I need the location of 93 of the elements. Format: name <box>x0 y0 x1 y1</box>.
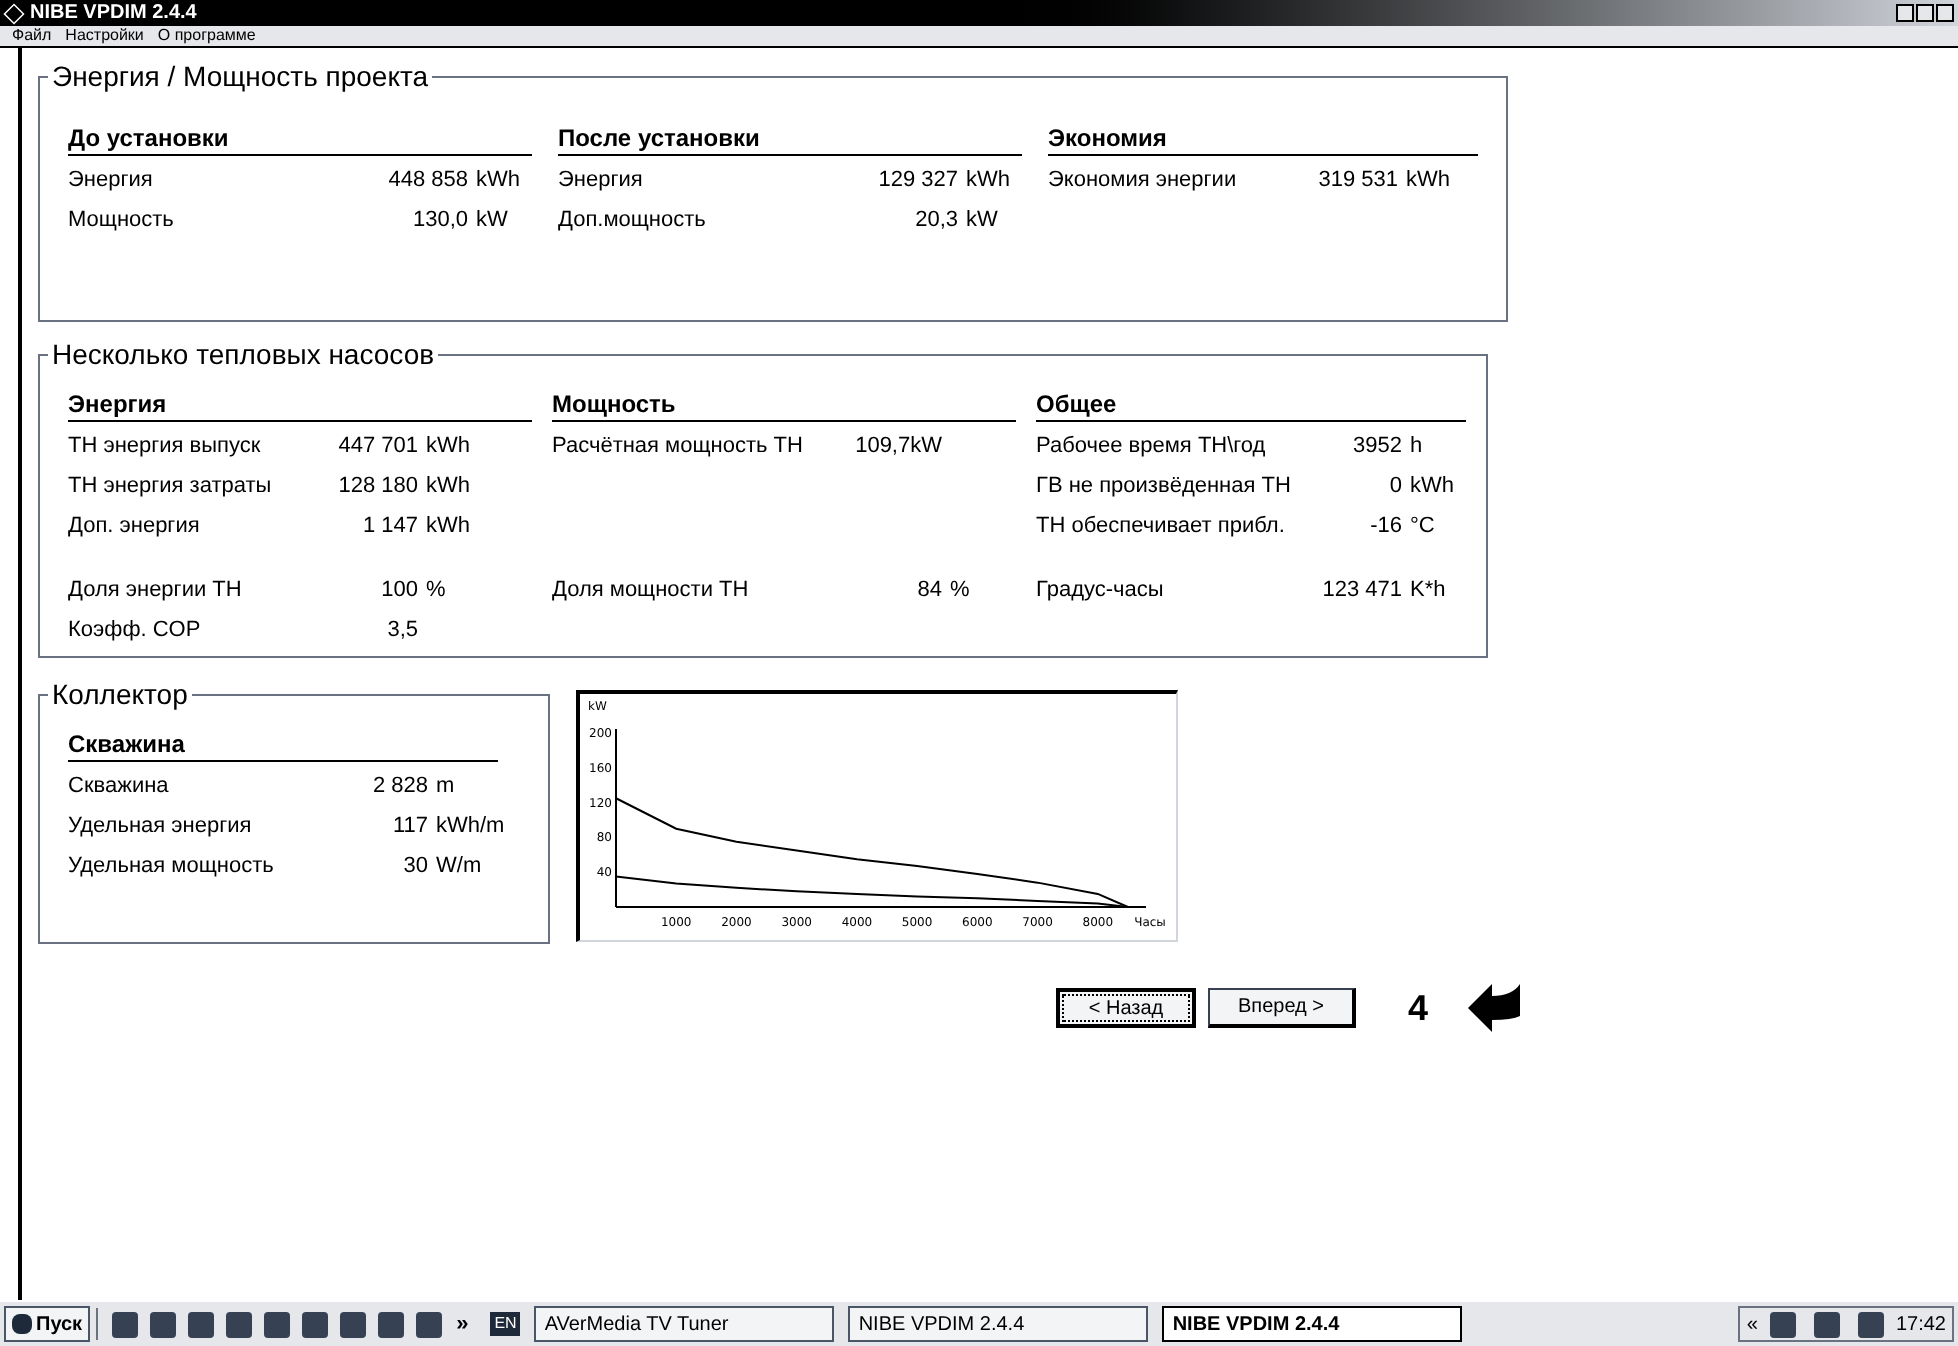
column-heading: Общее <box>1036 388 1466 422</box>
unit-label: °C <box>1410 511 1435 542</box>
menu-item[interactable]: Файл <box>12 26 52 46</box>
quick-launch-icon[interactable] <box>340 1311 367 1337</box>
language-indicator[interactable]: EN <box>490 1312 521 1336</box>
unit-label: % <box>426 575 446 606</box>
field-label: Коэфф. COP <box>68 615 203 646</box>
field-value: 84 <box>915 575 942 606</box>
unit-label: kWh/m <box>436 811 505 842</box>
field-value: 1 147 <box>360 511 418 542</box>
field-label: Доля мощности ТН <box>552 575 751 606</box>
unit-label: kWh <box>426 431 470 462</box>
field-value: 117 <box>390 811 428 842</box>
taskbar-button[interactable]: NIBE VPDIM 2.4.4 <box>848 1306 1149 1342</box>
field-label: ГВ не произвёденная ТН <box>1036 471 1293 502</box>
field-value: 3,5 <box>385 615 418 646</box>
field-label: Доп.мощность <box>558 205 708 236</box>
unit-label: kWh <box>426 471 470 502</box>
tray-icon[interactable] <box>1813 1311 1840 1337</box>
quick-launch-icon[interactable] <box>150 1311 177 1337</box>
quick-launch-icon[interactable] <box>378 1311 405 1337</box>
field-label: ТН энергия выпуск <box>68 431 263 462</box>
field-label: Расчётная мощность ТН <box>552 431 805 462</box>
column-heading: Скважина <box>68 728 498 762</box>
field-label: Удельная энергия <box>68 811 254 842</box>
quick-launch-icon[interactable] <box>112 1311 139 1337</box>
column-heading: До установки <box>68 122 532 156</box>
taskbar-button[interactable]: AVerMedia TV Tuner <box>534 1306 835 1342</box>
unit-label: % <box>950 575 970 606</box>
unit-label: h <box>1410 431 1423 462</box>
column-heading: Экономия <box>1048 122 1478 156</box>
more-button[interactable]: » <box>456 1307 469 1341</box>
unit-label: kWh <box>966 165 1010 196</box>
quick-launch-icon[interactable] <box>264 1311 291 1337</box>
unit-label: kWh <box>426 511 470 542</box>
field-value: 319 531 <box>1316 165 1398 196</box>
field-label: Удельная мощность <box>68 851 276 882</box>
unit-label: kWh <box>1410 471 1454 502</box>
field-value: 30 <box>401 851 428 882</box>
tray-icon[interactable] <box>1857 1311 1884 1337</box>
field-value: 447 701 <box>336 431 418 462</box>
window-title: NIBE VPDIM 2.4.4 <box>30 1 197 25</box>
field-label: ТН энергия затраты <box>68 471 274 502</box>
tray-icon[interactable] <box>1769 1311 1796 1337</box>
back-button[interactable]: < Назад <box>1056 988 1196 1028</box>
field-label: Доп. энергия <box>68 511 202 542</box>
minimize-button[interactable] <box>1896 4 1914 22</box>
unit-label: m <box>436 771 455 802</box>
maximize-button[interactable] <box>1916 4 1934 22</box>
menu-item[interactable]: Настройки <box>65 26 144 46</box>
arrow-icon <box>1464 980 1525 1036</box>
unit-label: kWh <box>1406 165 1450 196</box>
field-value: 109,7kW <box>853 431 942 462</box>
field-value: 130,0 <box>410 205 468 236</box>
next-button[interactable]: Вперед > <box>1208 988 1356 1028</box>
step-number: 4 <box>1408 985 1429 1031</box>
quick-launch-icon[interactable] <box>226 1311 253 1337</box>
unit-label: kWh <box>476 165 520 196</box>
column-heading: Энергия <box>68 388 532 422</box>
field-label: Рабочее время ТН\год <box>1036 431 1268 462</box>
field-label: Экономия энергии <box>1048 165 1239 196</box>
close-button[interactable] <box>1936 4 1954 22</box>
column-heading: После установки <box>558 122 1022 156</box>
clock: 17:42 <box>1895 1311 1946 1339</box>
field-label: Энергия <box>68 165 155 196</box>
field-value: 129 327 <box>876 165 958 196</box>
quick-launch-icon[interactable] <box>188 1311 215 1337</box>
field-label: Энергия <box>558 165 645 196</box>
taskbar-button[interactable]: NIBE VPDIM 2.4.4 <box>1162 1306 1463 1342</box>
field-label: Градус-часы <box>1036 575 1166 606</box>
field-label: Скважина <box>68 771 171 802</box>
unit-label: W/m <box>436 851 482 882</box>
unit-label: kW <box>966 205 998 236</box>
field-value: 128 180 <box>336 471 418 502</box>
expand-tray-button[interactable]: « <box>1746 1309 1758 1339</box>
field-value: 0 <box>1387 471 1402 502</box>
field-label: Доля энергии ТН <box>68 575 244 606</box>
field-value: 123 471 <box>1320 575 1402 606</box>
field-value: 3952 <box>1351 431 1402 462</box>
field-value: 100 <box>379 575 418 606</box>
field-value: -16 <box>1368 511 1402 542</box>
quick-launch-icon[interactable] <box>302 1311 329 1337</box>
field-value: 448 858 <box>386 165 468 196</box>
quick-launch-icon[interactable] <box>416 1311 443 1337</box>
field-label: Мощность <box>68 205 176 236</box>
unit-label: kW <box>476 205 508 236</box>
column-heading: Мощность <box>552 388 1016 422</box>
menu-item[interactable]: О программе <box>157 26 256 46</box>
field-value: 2 828 <box>370 771 428 802</box>
field-label: ТН обеспечивает прибл. <box>1036 511 1287 542</box>
unit-label: K*h <box>1410 575 1446 606</box>
start-button[interactable]: Пуск <box>4 1306 91 1342</box>
field-value: 20,3 <box>913 205 958 236</box>
